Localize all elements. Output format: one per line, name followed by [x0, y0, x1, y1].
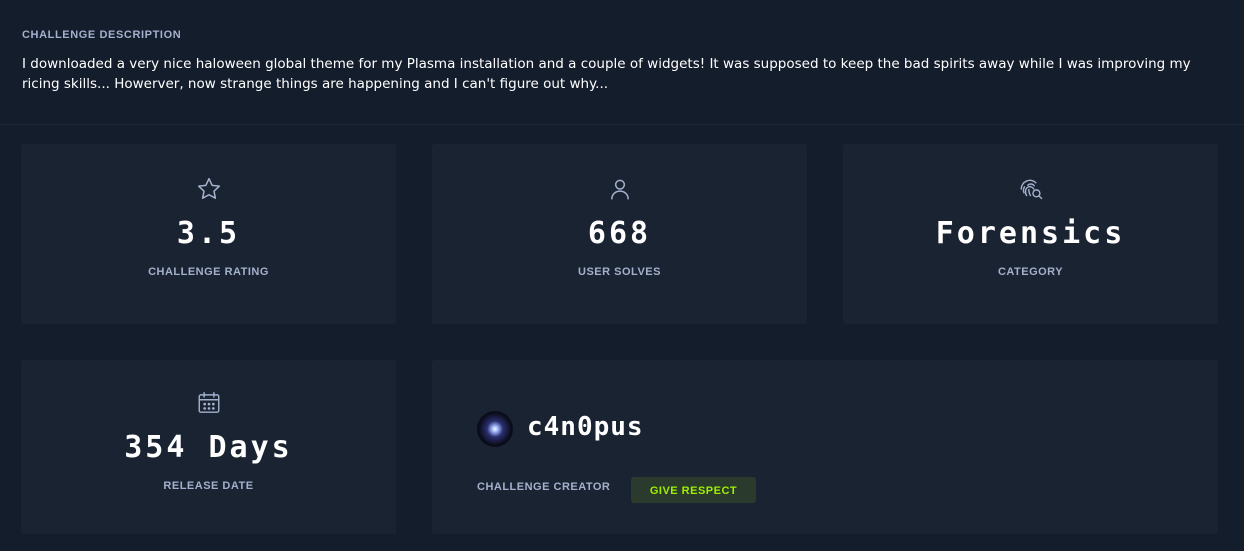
- category-value: Forensics: [935, 216, 1126, 251]
- creator-avatar[interactable]: [477, 411, 513, 447]
- give-respect-button[interactable]: GIVE RESPECT: [631, 477, 756, 503]
- challenge-description-section: CHALLENGE DESCRIPTION I downloaded a ver…: [0, 0, 1244, 125]
- user-icon: [610, 179, 629, 200]
- release-label: RELEASE DATE: [163, 480, 254, 492]
- solves-card: 668 USER SOLVES: [432, 144, 807, 324]
- rating-card: 3.5 CHALLENGE RATING: [21, 144, 396, 324]
- solves-value: 668: [587, 216, 652, 251]
- rating-value: 3.5: [176, 216, 241, 251]
- release-value: 354 Days: [124, 430, 293, 465]
- calendar-icon: [198, 392, 219, 413]
- fingerprint-search-icon: [1020, 179, 1042, 200]
- star-icon: [197, 177, 220, 199]
- category-label: CATEGORY: [997, 266, 1064, 278]
- creator-name[interactable]: c4n0pus: [527, 412, 644, 442]
- category-card: Forensics CATEGORY: [843, 144, 1218, 324]
- description-heading: CHALLENGE DESCRIPTION: [22, 29, 182, 41]
- creator-card: c4n0pus CHALLENGE CREATOR GIVE RESPECT: [432, 360, 1218, 534]
- creator-label: CHALLENGE CREATOR: [477, 481, 611, 493]
- rating-label: CHALLENGE RATING: [148, 266, 269, 278]
- description-text: I downloaded a very nice haloween global…: [22, 56, 1191, 92]
- release-card: 354 Days RELEASE DATE: [21, 360, 396, 534]
- solves-label: USER SOLVES: [578, 266, 661, 278]
